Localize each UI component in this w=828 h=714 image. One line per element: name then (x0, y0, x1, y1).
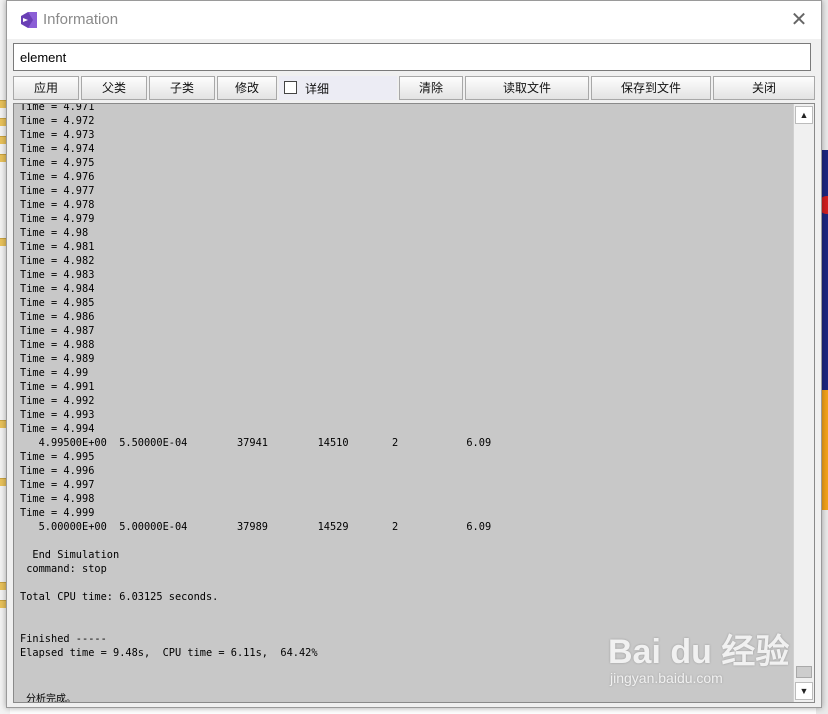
modify-button[interactable]: 修改 (217, 76, 277, 100)
log-line: 4.99500E+00 5.50000E-04 37941 14510 2 6.… (20, 437, 492, 449)
title-bar[interactable]: Information ✕ (7, 1, 821, 39)
log-line: Time = 4.999 (20, 507, 95, 519)
log-line: Time = 4.978 (20, 199, 95, 211)
watermark-url: jingyan.baidu.com (610, 670, 723, 686)
log-line: Time = 4.99 (20, 367, 89, 379)
log-line: Time = 4.981 (20, 241, 95, 253)
detail-checkbox-area[interactable]: 详细 (279, 76, 397, 100)
log-line: End Simulation (20, 549, 120, 561)
log-line: Time = 4.977 (20, 185, 95, 197)
vertical-scrollbar[interactable]: ▲ ▼ (793, 104, 814, 702)
parent-class-button[interactable]: 父类 (81, 76, 147, 100)
log-line: Time = 4.996 (20, 465, 95, 477)
log-line: Time = 4.998 (20, 493, 95, 505)
command-input[interactable] (13, 43, 811, 71)
scrollbar-thumb[interactable] (796, 666, 812, 678)
watermark: Bai du 经验 jingyan.baidu.com (608, 618, 798, 698)
log-line: Time = 4.979 (20, 213, 95, 225)
log-line: 5.00000E+00 5.00000E-04 37989 14529 2 6.… (20, 521, 492, 533)
status-text: 分析完成。 (26, 694, 76, 703)
save-to-file-button[interactable]: 保存到文件 (591, 76, 711, 100)
log-line: Time = 4.982 (20, 255, 95, 267)
log-line: Time = 4.989 (20, 353, 95, 365)
output-panel[interactable]: Time = 4.971 Time = 4.972 Time = 4.973 Time… (13, 103, 815, 703)
log-line: Time = 4.971 (20, 103, 95, 113)
log-line: Time = 4.993 (20, 409, 95, 421)
log-line: Time = 4.992 (20, 395, 95, 407)
scroll-up-icon[interactable]: ▲ (795, 106, 813, 124)
log-line: Time = 4.983 (20, 269, 95, 281)
log-line: Time = 4.974 (20, 143, 95, 155)
log-line: Time = 4.976 (20, 171, 95, 183)
log-line: command: stop (20, 563, 107, 575)
log-line: Time = 4.995 (20, 451, 95, 463)
log-line: Time = 4.984 (20, 283, 95, 295)
apply-button[interactable]: 应用 (13, 76, 79, 100)
log-line: Time = 4.973 (20, 129, 95, 141)
log-line: Time = 4.991 (20, 381, 95, 393)
window-title: Information (43, 11, 119, 28)
detail-checkbox-label: 详细 (305, 82, 330, 96)
log-line: Time = 4.997 (20, 479, 95, 491)
close-button[interactable]: 关闭 (713, 76, 815, 100)
toolbar: 应用 父类 子类 修改 详细 清除 读取文件 保存到文件 关闭 (13, 76, 815, 102)
output-log: Time = 4.971 Time = 4.972 Time = 4.973 Time… (20, 103, 790, 660)
log-line: Time = 4.986 (20, 311, 95, 323)
detail-checkbox[interactable] (284, 81, 297, 94)
watermark-brand: Bai du 经验 (608, 633, 790, 671)
close-icon[interactable]: ✕ (785, 7, 813, 33)
read-file-button[interactable]: 读取文件 (465, 76, 589, 100)
log-line: Time = 4.972 (20, 115, 95, 127)
child-class-button[interactable]: 子类 (149, 76, 215, 100)
information-window: Information ✕ 应用 父类 子类 修改 详细 清除 读取文件 保存到… (6, 0, 822, 708)
app-icon (21, 12, 37, 28)
clear-button[interactable]: 清除 (399, 76, 463, 100)
log-line: Time = 4.985 (20, 297, 95, 309)
log-line: Time = 4.975 (20, 157, 95, 169)
log-line: Time = 4.987 (20, 325, 95, 337)
log-line: Total CPU time: 6.03125 seconds. (20, 591, 219, 603)
log-line: Time = 4.98 (20, 227, 89, 239)
log-line: Time = 4.994 (20, 423, 95, 435)
log-line: Time = 4.988 (20, 339, 95, 351)
